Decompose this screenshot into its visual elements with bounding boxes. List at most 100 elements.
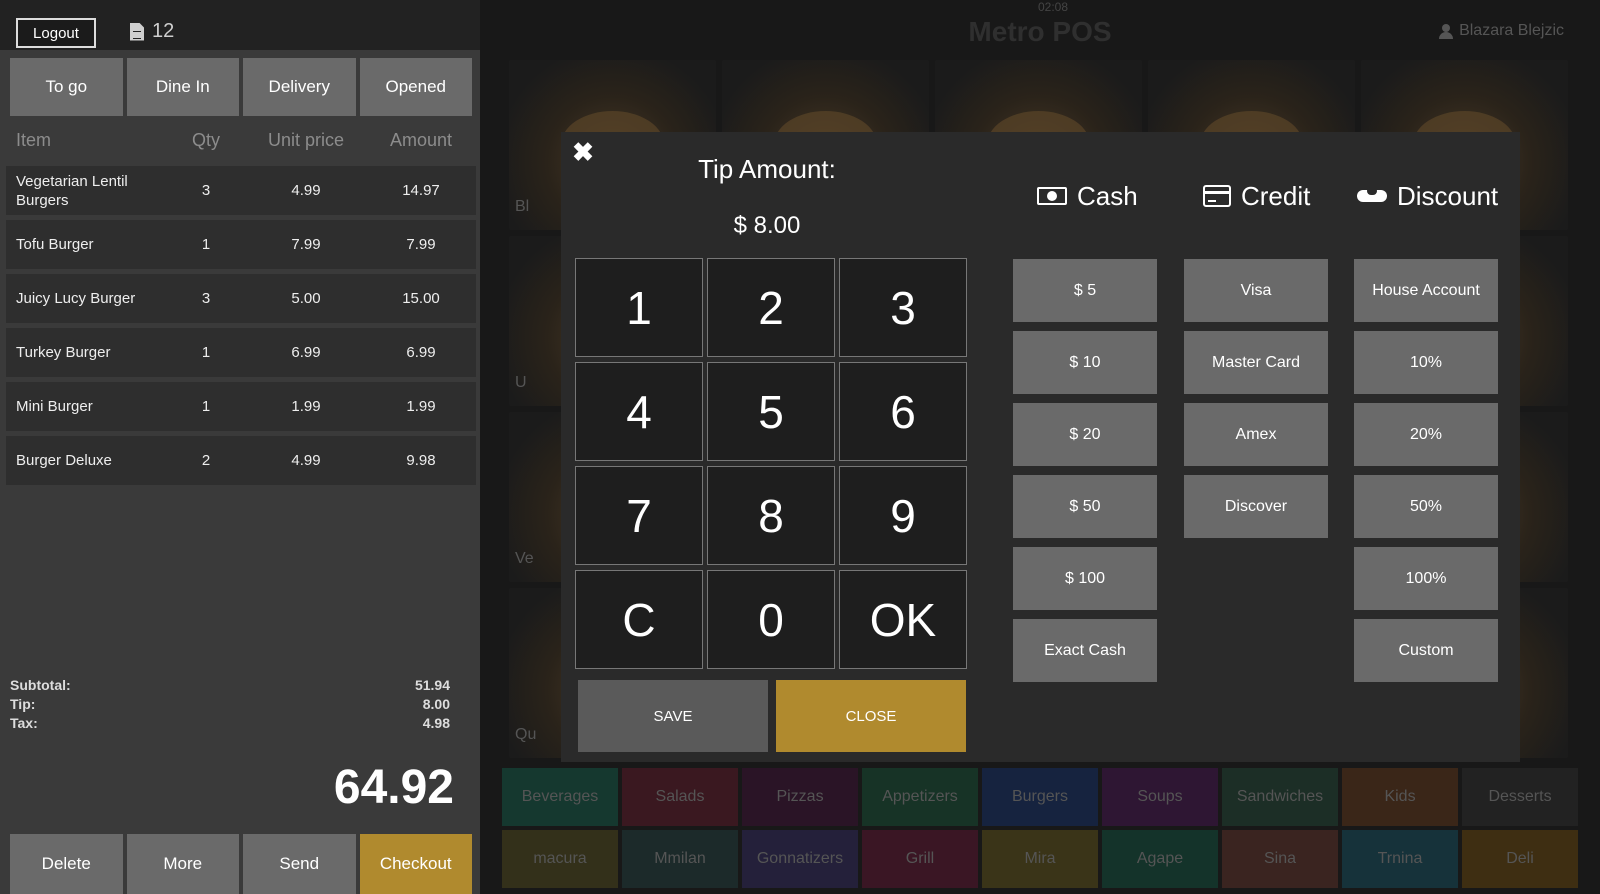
- category-button[interactable]: Deli: [1462, 830, 1578, 888]
- dialog-actions: SAVE CLOSE: [578, 680, 968, 752]
- tax-line: Tax: 4.98: [10, 714, 450, 733]
- category-button[interactable]: Burgers: [982, 768, 1098, 826]
- item-unit-price: 6.99: [291, 344, 321, 361]
- save-button[interactable]: SAVE: [578, 680, 768, 752]
- key-2[interactable]: 2: [707, 258, 835, 357]
- key-1[interactable]: 1: [575, 258, 703, 357]
- logout-button[interactable]: Logout: [16, 18, 96, 48]
- close-button[interactable]: CLOSE: [776, 680, 966, 752]
- category-button[interactable]: Agape: [1102, 830, 1218, 888]
- item-unit-price: 4.99: [291, 452, 321, 469]
- tip-value: 8.00: [422, 696, 450, 712]
- category-button[interactable]: Kids: [1342, 768, 1458, 826]
- send-button[interactable]: Send: [243, 834, 356, 894]
- item-name: Turkey Burger: [16, 344, 111, 361]
- amex-button[interactable]: Amex: [1184, 403, 1328, 466]
- key-9[interactable]: 9: [839, 466, 967, 565]
- key-3[interactable]: 3: [839, 258, 967, 357]
- user-badge[interactable]: Blazara Blejzic: [1439, 22, 1564, 40]
- discount-20-button[interactable]: 20%: [1354, 403, 1498, 466]
- category-button[interactable]: Appetizers: [862, 768, 978, 826]
- cash-10-button[interactable]: $ 10: [1013, 331, 1157, 394]
- item-qty: 2: [201, 452, 211, 469]
- category-button[interactable]: Sandwiches: [1222, 768, 1338, 826]
- key-0[interactable]: 0: [707, 570, 835, 669]
- key-6[interactable]: 6: [839, 362, 967, 461]
- clock: 02:08: [1037, 0, 1069, 14]
- item-amount: 14.97: [402, 182, 440, 199]
- grand-total: 64.92: [333, 761, 454, 814]
- discount-label: Discount: [1397, 180, 1499, 211]
- order-row[interactable]: Turkey Burger 1 6.99 6.99: [6, 328, 476, 377]
- category-button[interactable]: Trnina: [1342, 830, 1458, 888]
- order-row[interactable]: Tofu Burger 1 7.99 7.99: [6, 220, 476, 269]
- custom-discount-button[interactable]: Custom: [1354, 619, 1498, 682]
- discount-buttons: House Account 10% 20% 50% 100% Custom: [1354, 259, 1498, 682]
- item-unit-price: 5.00: [291, 290, 321, 307]
- category-button[interactable]: macura: [502, 830, 618, 888]
- order-row[interactable]: Juicy Lucy Burger 3 5.00 15.00: [6, 274, 476, 323]
- order-row[interactable]: Mini Burger 1 1.99 1.99: [6, 382, 476, 431]
- subtotal-line: Subtotal: 51.94: [10, 676, 450, 695]
- top-bar: Logout 12: [0, 0, 480, 50]
- key-ok[interactable]: OK: [839, 570, 967, 669]
- item-unit-price: 1.99: [291, 398, 321, 415]
- delete-button[interactable]: Delete: [10, 834, 123, 894]
- item-name: Vegetarian Lentil Burgers: [16, 172, 128, 209]
- category-button[interactable]: Gonnatizers: [742, 830, 858, 888]
- key-7[interactable]: 7: [575, 466, 703, 565]
- category-grid: Beverages Salads Pizzas Appetizers Burgers So…: [502, 768, 1592, 888]
- tab-delivery[interactable]: Delivery: [243, 58, 356, 116]
- order-row[interactable]: Vegetarian Lentil Burgers 3 4.99 14.97: [6, 166, 476, 215]
- tip-line: Tip: 8.00: [10, 695, 450, 714]
- key-5[interactable]: 5: [707, 362, 835, 461]
- cash-100-button[interactable]: $ 100: [1013, 547, 1157, 610]
- category-button[interactable]: Salads: [622, 768, 738, 826]
- tab-dine-in[interactable]: Dine In: [126, 58, 239, 116]
- discount-50-button[interactable]: 50%: [1354, 475, 1498, 538]
- category-button[interactable]: Desserts: [1462, 768, 1578, 826]
- cash-buttons: $ 5 $ 10 $ 20 $ 50 $ 100 Exact Cash: [1013, 259, 1157, 682]
- key-clear[interactable]: C: [575, 570, 703, 669]
- cash-label: Cash: [1077, 180, 1138, 211]
- cash-header: Cash: [1037, 176, 1138, 216]
- order-row[interactable]: Burger Deluxe 2 4.99 9.98: [6, 436, 476, 485]
- checkout-button[interactable]: Checkout: [359, 834, 472, 894]
- user-icon: [1439, 24, 1454, 39]
- key-4[interactable]: 4: [575, 362, 703, 461]
- discover-button[interactable]: Discover: [1184, 475, 1328, 538]
- discount-100-button[interactable]: 100%: [1354, 547, 1498, 610]
- credit-label: Credit: [1241, 180, 1311, 211]
- discount-10-button[interactable]: 10%: [1354, 331, 1498, 394]
- app-title: Metro POS: [968, 16, 1112, 47]
- product-tile-label: Bl: [515, 198, 530, 215]
- mastercard-button[interactable]: Master Card: [1184, 331, 1328, 394]
- order-number-value: 12: [152, 20, 175, 42]
- category-button[interactable]: Sina: [1222, 830, 1338, 888]
- item-amount: 7.99: [406, 236, 436, 253]
- key-8[interactable]: 8: [707, 466, 835, 565]
- tab-opened[interactable]: Opened: [359, 58, 472, 116]
- category-button[interactable]: Grill: [862, 830, 978, 888]
- category-button[interactable]: Pizzas: [742, 768, 858, 826]
- discount-header: Discount: [1357, 176, 1498, 216]
- more-button[interactable]: More: [126, 834, 239, 894]
- cash-50-button[interactable]: $ 50: [1013, 475, 1157, 538]
- item-qty: 3: [201, 182, 211, 199]
- item-amount: 9.98: [406, 452, 436, 469]
- category-button[interactable]: Beverages: [502, 768, 618, 826]
- product-tile-label: U: [515, 374, 527, 391]
- cash-5-button[interactable]: $ 5: [1013, 259, 1157, 322]
- document-icon: [130, 22, 144, 41]
- tab-to-go[interactable]: To go: [10, 58, 123, 116]
- order-items: Vegetarian Lentil Burgers 3 4.99 14.97 T…: [6, 166, 476, 490]
- item-qty: 3: [201, 290, 211, 307]
- house-account-button[interactable]: House Account: [1354, 259, 1498, 322]
- exact-cash-button[interactable]: Exact Cash: [1013, 619, 1157, 682]
- visa-button[interactable]: Visa: [1184, 259, 1328, 322]
- category-button[interactable]: Mmilan: [622, 830, 738, 888]
- numeric-keypad: 1 2 3 4 5 6 7 8 9 C 0 OK: [575, 258, 971, 669]
- cash-20-button[interactable]: $ 20: [1013, 403, 1157, 466]
- category-button[interactable]: Soups: [1102, 768, 1218, 826]
- category-button[interactable]: Mira: [982, 830, 1098, 888]
